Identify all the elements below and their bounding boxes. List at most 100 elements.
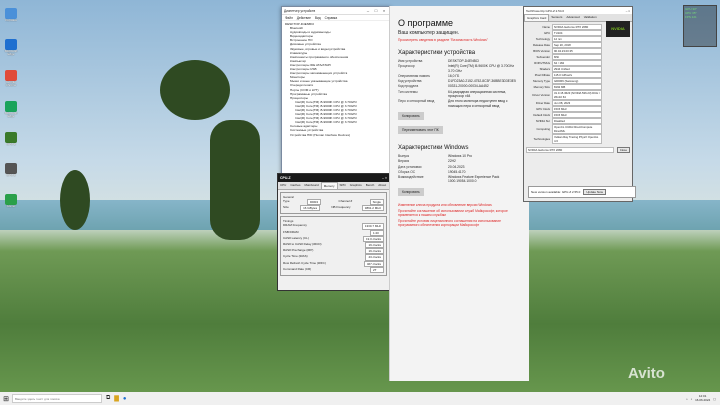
windows-start-icon[interactable]: ⊞ — [0, 395, 12, 403]
spec-row: Оперативная память 16,0 ГБ — [398, 74, 521, 78]
gpuz-label: Memory Type — [533, 79, 550, 83]
gpuz-value: 31.0.15.3623 (NVIDIA 536.23) DCH / Win10… — [552, 90, 602, 100]
cpuz-tab[interactable]: About — [376, 182, 388, 189]
timing-value: 2T — [370, 266, 384, 274]
edge-icon[interactable]: ● — [123, 396, 127, 402]
monitor-line: FPS 121 — [685, 15, 697, 19]
taskbar-search-input[interactable]: Введите здесь текст для поиска — [12, 394, 102, 403]
gpuz-label: Subvendor — [536, 55, 550, 59]
spec-value: 00331-20000-00034-AA452 — [448, 84, 489, 89]
desktop-icon-label: Microsoft Edge — [4, 111, 18, 119]
gpuz-tab[interactable]: Graphics Card — [524, 14, 550, 21]
cpuz-tab[interactable]: Mainboard — [303, 182, 321, 189]
defender-link[interactable]: Просмотреть сведения в разделе "Безопасн… — [398, 38, 521, 42]
desktop-icon-label: GPU-Z — [6, 142, 16, 146]
windows-specs-heading: Характеристики Windows — [398, 144, 469, 151]
gpuz-tab[interactable]: Sensors — [549, 14, 564, 21]
desktop-icon[interactable]: CPU-Z — [2, 163, 20, 177]
cpuz-tab[interactable]: Bench — [364, 182, 377, 189]
spec-row: Сборка ОС 19045.4170 — [398, 170, 521, 174]
minimize-icon[interactable]: – — [626, 9, 628, 13]
gpuz-label: Driver Date — [535, 101, 550, 105]
window-title: Диспетчер устройств — [284, 8, 316, 13]
spec-key: Версия — [398, 159, 410, 164]
spec-row: Взаимодействие Windows Feature Experience… — [398, 175, 521, 184]
timings-box: Timings DRAM Frequency 1330.7 MHz FSB:DRAM… — [280, 216, 387, 277]
gpuz-label: Memory Size — [533, 85, 550, 89]
spec-value: 64-разрядная операционная система, проце… — [448, 89, 507, 99]
notifications-icon[interactable]: ▢ — [713, 397, 716, 401]
gpuz-title-bar[interactable]: TechPowerUp GPU-Z 2.54.0 – × — [524, 7, 632, 14]
gpuz-label: ROPs/TMUs — [534, 61, 550, 65]
task-view-icon[interactable]: ⧉ — [106, 395, 110, 402]
title-bar[interactable]: Диспетчер устройств – □ × — [282, 7, 390, 15]
gpuz-tab[interactable]: Validation — [582, 14, 599, 21]
desktop-icon[interactable]: Корзина — [2, 8, 20, 22]
desktop-icon[interactable]: Microsoft Edge — [2, 101, 20, 119]
gpuz-label: Driver Version — [532, 93, 550, 97]
palm-tree — [160, 60, 230, 120]
nb-label: NB Frequency — [331, 205, 351, 210]
minimize-icon[interactable]: – — [382, 176, 384, 180]
cpuz-tab[interactable]: Graphics — [348, 182, 364, 189]
spec-key: Перо и сенсорный ввод — [398, 99, 435, 104]
maximize-icon[interactable]: □ — [372, 8, 380, 13]
desktop-icon[interactable]: Aomei — [2, 194, 20, 208]
desktop-icon[interactable]: GPU-Z — [2, 132, 20, 146]
cpuz-title: CPU-Z — [280, 176, 291, 180]
gpuz-value: OpenCL CUDA DirectCompute DirectML — [552, 124, 602, 134]
close-button[interactable]: Close — [616, 147, 630, 153]
copy-button[interactable]: Копировать — [398, 111, 424, 120]
gpuz-title: TechPowerUp GPU-Z 2.54.0 — [526, 8, 565, 13]
cpuz-tab[interactable]: Caches — [288, 182, 302, 189]
menu-file[interactable]: Файл — [285, 16, 293, 20]
desktop-icon[interactable]: Microsoft Edge — [2, 39, 20, 57]
gpuz-label: Shaders — [539, 67, 550, 71]
taskbar: ⊞ Введите здесь текст для поиска ⧉ ▇ ● ⌂… — [0, 392, 720, 405]
close-icon[interactable]: × — [628, 9, 630, 13]
desktop: Корзина Microsoft Edge Google Chrome Micros… — [0, 0, 720, 392]
menu-help[interactable]: Справка — [325, 16, 338, 20]
spec-row: Версия 22H2 — [398, 159, 521, 163]
spec-key: Тип системы — [398, 89, 418, 94]
gpuz-label: Computing — [536, 127, 550, 131]
gpuz-window: TechPowerUp GPU-Z 2.54.0 – × Graphics Ca… — [523, 6, 633, 202]
spec-key: Взаимодействие — [398, 175, 424, 180]
desktop-icon[interactable]: Google Chrome — [2, 70, 20, 88]
gpuz-row: Technologies Vulkan Ray Tracing PhysX Ope… — [526, 134, 602, 144]
network-icon[interactable]: ⌂ — [686, 397, 688, 401]
protection-status: Ваш компьютер защищен. — [398, 30, 460, 36]
spec-value: Intel(R) Core(TM) i5-9600K CPU @ 3.70GHz… — [448, 64, 515, 73]
settings-link[interactable]: Прочитайте соглашение об использовании с… — [398, 209, 521, 217]
menu-view[interactable]: Вид — [315, 16, 321, 20]
gpuz-label: Default Clock — [533, 113, 550, 117]
gpuz-row: Computing OpenCL CUDA DirectCompute Direc… — [526, 124, 602, 134]
cpuz-tab[interactable]: SPD — [338, 182, 348, 189]
spec-key: Сборка ОС — [398, 169, 416, 174]
spec-value: 20.04.2023 — [448, 164, 465, 169]
cpuz-title-bar[interactable]: CPU-Z – × — [278, 174, 389, 182]
tree-item[interactable]: Устройства HID (Human Interface Devices) — [285, 133, 387, 137]
general-box: General Type DDR4 Channel # Single Size 16 G… — [280, 192, 387, 215]
copy-button-2[interactable]: Копировать — [398, 187, 424, 196]
volume-icon[interactable]: ♪ — [691, 397, 693, 401]
rename-pc-button[interactable]: Переименовать этот ПК — [398, 125, 443, 134]
system-tray: ⌂ ♪ 12:01 16.06.2024 ▢ — [686, 394, 720, 402]
menu-action[interactable]: Действие — [297, 16, 311, 20]
cpuz-tab[interactable]: Memory — [320, 182, 338, 189]
spec-value: 22H2 — [448, 159, 456, 164]
clock[interactable]: 12:01 16.06.2024 — [695, 394, 710, 402]
gpuz-tab[interactable]: Advanced — [564, 14, 581, 21]
settings-link[interactable]: Изменение ключа продукта или обновление … — [398, 203, 521, 207]
minimize-icon[interactable]: – — [364, 8, 372, 13]
gpu-select[interactable]: NVIDIA GeForce RTX 2080 — [526, 147, 614, 153]
cpuz-tab[interactable]: CPU — [278, 182, 288, 189]
gpuz-label: Technologies — [533, 137, 550, 141]
explorer-icon[interactable]: ▇ — [114, 395, 119, 402]
spec-key: Имя устройства — [398, 59, 423, 63]
desktop-icon-label: CPU-Z — [6, 173, 16, 177]
close-icon[interactable]: × — [380, 8, 388, 13]
close-icon[interactable]: × — [385, 176, 387, 180]
update-now-button[interactable]: Update Now — [583, 189, 606, 195]
settings-link[interactable]: Прочитайте условия лицензионного соглаше… — [398, 219, 521, 227]
